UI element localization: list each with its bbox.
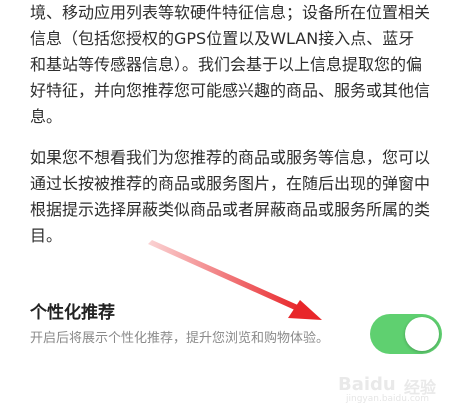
policy-paragraph: 如果您不想看我们为您推荐的商品或服务等信息，您可以通过长按被推荐的商品或服务图片… [30,148,431,245]
watermark-logo: Baidu [338,374,396,395]
policy-paragraph: 境、移动应用列表等软硬件特征信息；设备所在位置相关信息（包括您授权的GPS位置以… [30,3,431,126]
privacy-page: 境、移动应用列表等软硬件特征信息；设备所在位置相关信息（包括您授权的GPS位置以… [0,0,450,410]
setting-description: 开启后将展示个性化推荐，提升您浏览和购物体验。 [30,331,330,346]
personalized-recommendation-toggle[interactable] [370,314,442,354]
personalized-recommendation-setting: 个性化推荐 开启后将展示个性化推荐，提升您浏览和购物体验。 [30,298,442,378]
toggle-knob[interactable] [405,317,439,351]
watermark-url: jingyan.baidu.com [346,394,430,404]
setting-title: 个性化推荐 [30,303,115,323]
baidu-watermark: Baidu 经验 jingyan.baidu.com [338,370,446,406]
